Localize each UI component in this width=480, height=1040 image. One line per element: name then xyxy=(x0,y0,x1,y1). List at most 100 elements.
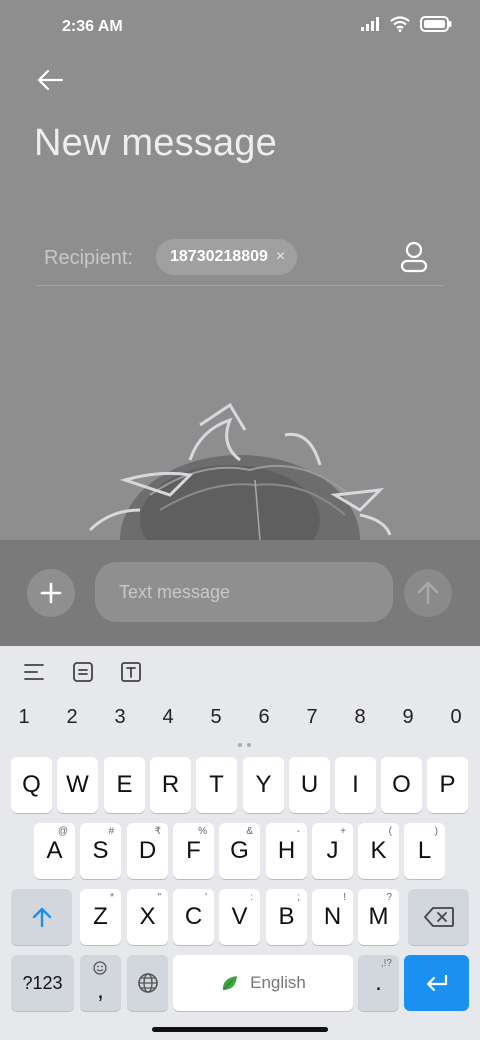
backspace-key[interactable] xyxy=(408,889,469,945)
key-hint: ? xyxy=(386,892,392,903)
back-button[interactable] xyxy=(32,64,68,96)
key-u[interactable]: U xyxy=(289,757,330,813)
key-label: ?123 xyxy=(22,972,63,993)
key-label: N xyxy=(323,903,342,930)
key-8[interactable]: 8 xyxy=(340,706,380,729)
language-key[interactable] xyxy=(127,955,168,1011)
key-label: Y xyxy=(255,771,272,798)
key-label: G xyxy=(230,837,249,864)
send-button[interactable] xyxy=(404,569,452,617)
key-2[interactable]: 2 xyxy=(52,706,92,729)
key-hint: - xyxy=(296,826,300,837)
key-hint: % xyxy=(198,826,207,837)
key-j[interactable]: J + xyxy=(312,823,353,879)
key-k[interactable]: K( xyxy=(358,823,399,879)
key-hint: + xyxy=(340,826,346,837)
key-e[interactable]: E xyxy=(104,757,145,813)
recipient-chip[interactable]: 18730218809 × xyxy=(156,239,298,275)
recipient-row: Recipient: 18730218809 × xyxy=(36,236,444,286)
key-w[interactable]: W xyxy=(57,757,98,813)
attach-button[interactable] xyxy=(27,569,75,617)
key-label: T xyxy=(209,771,224,798)
home-indicator[interactable] xyxy=(152,1027,328,1032)
key-z[interactable]: Z * xyxy=(80,889,121,945)
emoji-icon xyxy=(93,961,107,975)
space-key[interactable]: English xyxy=(173,955,353,1011)
key-s[interactable]: S # xyxy=(80,823,121,879)
key-9[interactable]: 9 xyxy=(388,706,428,729)
key-hint: ,!? xyxy=(380,958,392,969)
sticker-image xyxy=(88,402,392,540)
period-key[interactable]: . ,!? xyxy=(358,955,399,1011)
enter-icon xyxy=(426,974,447,992)
key-6[interactable]: 6 xyxy=(244,706,284,729)
key-label: W xyxy=(66,771,89,798)
clipboard-button[interactable] xyxy=(69,658,97,686)
key-o[interactable]: O xyxy=(381,757,422,813)
contacts-icon xyxy=(400,241,428,273)
key-label: . xyxy=(375,969,382,996)
key-hint: ! xyxy=(343,892,346,903)
key-r[interactable]: R xyxy=(150,757,191,813)
key-label: U xyxy=(300,771,319,798)
enter-key[interactable] xyxy=(404,955,469,1011)
key-c[interactable]: C ' xyxy=(173,889,214,945)
clipboard-icon xyxy=(73,662,93,682)
key-label: O xyxy=(392,771,411,798)
text-message-input[interactable] xyxy=(95,562,393,622)
key-label: E xyxy=(116,771,133,798)
key-3[interactable]: 3 xyxy=(100,706,140,729)
key-label: M xyxy=(368,903,389,930)
key-y[interactable]: Y xyxy=(243,757,284,813)
backspace-icon xyxy=(423,907,454,927)
key-7[interactable]: 7 xyxy=(292,706,332,729)
remove-recipient-button[interactable]: × xyxy=(276,248,285,266)
key-4[interactable]: 4 xyxy=(148,706,188,729)
key-n[interactable]: N! xyxy=(312,889,353,945)
key-5[interactable]: 5 xyxy=(196,706,236,729)
key-hint: : xyxy=(250,892,253,903)
contacts-button[interactable] xyxy=(398,240,430,274)
key-label: R xyxy=(161,771,180,798)
key-hint: # xyxy=(108,826,114,837)
key-t[interactable]: T xyxy=(196,757,237,813)
status-icons xyxy=(360,16,452,32)
key-hint: * xyxy=(110,892,114,903)
key-label: F xyxy=(186,837,201,864)
text-format-button[interactable] xyxy=(117,658,145,686)
symbols-key[interactable]: ?123 xyxy=(11,955,74,1011)
key-a[interactable]: A @ xyxy=(34,823,75,879)
recipient-label: Recipient: xyxy=(44,247,133,269)
key-x[interactable]: X " xyxy=(127,889,168,945)
compose-bar xyxy=(0,540,480,646)
key-label: , xyxy=(97,977,104,1004)
key-1[interactable]: 1 xyxy=(4,706,44,729)
emoji-comma-key[interactable]: , xyxy=(80,955,121,1011)
key-l[interactable]: L) xyxy=(404,823,445,879)
text-format-icon xyxy=(121,662,141,682)
message-screen: 2:36 AM New message Recipient: 187302188… xyxy=(0,0,480,540)
wifi-icon xyxy=(390,16,410,32)
key-hint: " xyxy=(157,892,161,903)
plus-icon xyxy=(40,582,62,604)
key-b[interactable]: B; xyxy=(266,889,307,945)
key-m[interactable]: M? xyxy=(358,889,399,945)
status-bar: 2:36 AM xyxy=(0,0,480,56)
key-h[interactable]: H- xyxy=(266,823,307,879)
send-arrow-icon xyxy=(417,581,439,605)
key-0[interactable]: 0 xyxy=(436,706,476,729)
key-g[interactable]: G & xyxy=(219,823,260,879)
shift-arrow-icon xyxy=(32,907,51,928)
key-f[interactable]: F% xyxy=(173,823,214,879)
key-p[interactable]: P xyxy=(427,757,468,813)
key-v[interactable]: V: xyxy=(219,889,260,945)
key-i[interactable]: I xyxy=(335,757,376,813)
align-button[interactable] xyxy=(20,658,48,686)
shift-key[interactable] xyxy=(11,889,72,945)
keyboard: 1 2 3 4 5 6 7 8 9 0 Q W E R T Y U I O P … xyxy=(0,646,480,1040)
key-label: Q xyxy=(22,771,41,798)
battery-icon xyxy=(420,16,452,32)
key-q[interactable]: Q xyxy=(11,757,52,813)
key-d[interactable]: D ₹ xyxy=(127,823,168,879)
back-arrow-icon xyxy=(37,69,64,91)
